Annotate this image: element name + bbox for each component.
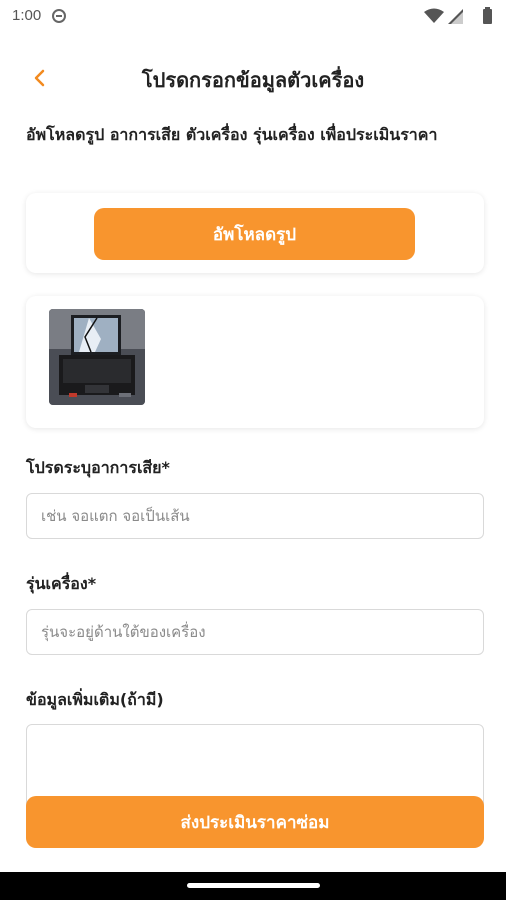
uploaded-image-thumbnail[interactable] [49,309,145,405]
upload-photo-button[interactable]: อัพโหลดรูป [94,208,415,260]
status-icons [424,7,494,24]
battery-icon [483,7,492,24]
do-not-disturb-icon [52,9,66,23]
system-nav-bar [0,872,506,900]
wifi-icon [424,8,444,23]
symptom-input[interactable] [26,493,484,539]
symptom-label: โปรดระบุอาการเสีย* [26,458,170,477]
page-title: โปรดกรอกข้อมูลตัวเครื่อง [141,68,365,92]
extra-info-label: ข้อมูลเพิ่มเติม(ถ้ามี) [26,690,164,709]
upload-card: อัพโหลดรูป [26,193,484,273]
model-input[interactable] [26,609,484,655]
status-bar: 1:00 [0,0,506,34]
laptop-photo [49,309,145,405]
signal-icon [448,9,463,24]
status-time: 1:00 [12,7,42,24]
model-label: รุ่นเครื่อง* [26,574,97,593]
header: โปรดกรอกข้อมูลตัวเครื่อง [0,56,506,100]
intro-text: อัพโหลดรูป อาการเสีย ตัวเครื่อง รุ่นเครื… [26,125,438,144]
uploaded-images-card [26,296,484,428]
submit-estimate-button[interactable]: ส่งประเมินราคาซ่อม [26,796,484,848]
home-gesture-handle[interactable] [187,883,320,888]
